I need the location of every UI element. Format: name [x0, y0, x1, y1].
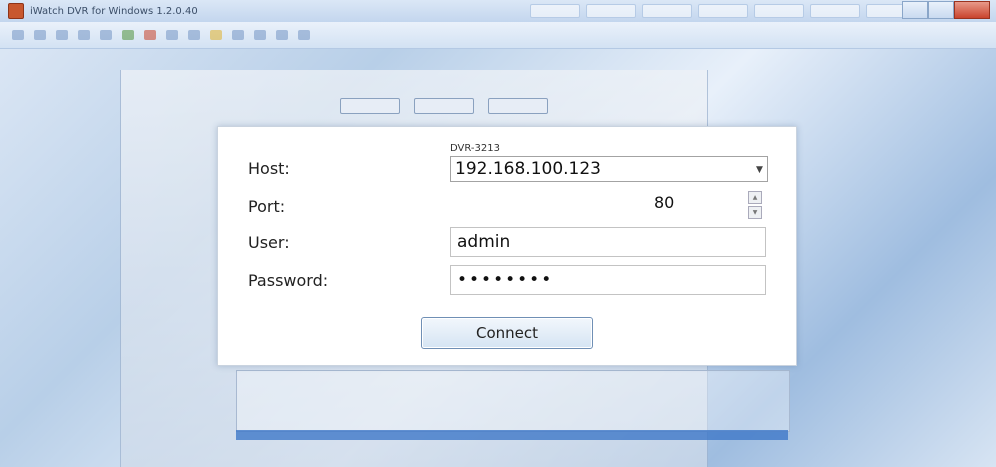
- window-controls: [902, 1, 990, 19]
- ribbon-tab[interactable]: [810, 4, 860, 18]
- user-label: User:: [248, 233, 290, 252]
- stepper-up-icon[interactable]: ▲: [748, 191, 762, 204]
- device-name: DVR-3213: [450, 143, 500, 154]
- toolbar-icon[interactable]: [100, 30, 112, 40]
- toolbar-icon[interactable]: [298, 30, 310, 40]
- connect-dialog: DVR-3213 Host: 192.168.100.123 ▼ Port: 8…: [217, 126, 797, 366]
- host-input[interactable]: 192.168.100.123: [450, 156, 768, 182]
- maximize-button[interactable]: [928, 1, 954, 19]
- port-input[interactable]: 80: [654, 193, 674, 212]
- user-input[interactable]: admin: [450, 227, 766, 257]
- app-icon: [8, 3, 24, 19]
- toolbar-icon[interactable]: [210, 30, 222, 40]
- window-title: iWatch DVR for Windows 1.2.0.40: [30, 5, 198, 17]
- ribbon-tab[interactable]: [754, 4, 804, 18]
- background-title-bar: [236, 430, 788, 440]
- toolbar-icon[interactable]: [144, 30, 156, 40]
- toolbar: [0, 22, 996, 49]
- port-label: Port:: [248, 197, 286, 216]
- ribbon-tab[interactable]: [586, 4, 636, 18]
- close-button[interactable]: [954, 1, 990, 19]
- toolbar-icon[interactable]: [78, 30, 90, 40]
- toolbar-icon[interactable]: [56, 30, 68, 40]
- ribbon-tab[interactable]: [698, 4, 748, 18]
- password-label: Password:: [248, 271, 329, 290]
- toolbar-icon[interactable]: [232, 30, 244, 40]
- background-buttons: [340, 98, 548, 114]
- toolbar-icon[interactable]: [12, 30, 24, 40]
- host-label: Host:: [248, 159, 290, 178]
- toolbar-icon[interactable]: [166, 30, 178, 40]
- minimize-button[interactable]: [902, 1, 928, 19]
- connect-button[interactable]: Connect: [421, 317, 593, 349]
- background-button: [340, 98, 400, 114]
- background-button: [488, 98, 548, 114]
- password-input[interactable]: ••••••••: [450, 265, 766, 295]
- title-bar: iWatch DVR for Windows 1.2.0.40: [0, 0, 996, 23]
- port-stepper[interactable]: ▲ ▼: [748, 191, 762, 219]
- toolbar-icon[interactable]: [34, 30, 46, 40]
- dropdown-arrow-icon[interactable]: ▼: [756, 165, 763, 175]
- ribbon-tab[interactable]: [530, 4, 580, 18]
- background-button: [414, 98, 474, 114]
- stepper-down-icon[interactable]: ▼: [748, 206, 762, 219]
- ribbon-tab[interactable]: [642, 4, 692, 18]
- toolbar-icon[interactable]: [122, 30, 134, 40]
- toolbar-icon[interactable]: [276, 30, 288, 40]
- ribbon-tabs: [530, 4, 916, 18]
- toolbar-icon[interactable]: [188, 30, 200, 40]
- toolbar-icon[interactable]: [254, 30, 266, 40]
- background-panel: [236, 370, 790, 432]
